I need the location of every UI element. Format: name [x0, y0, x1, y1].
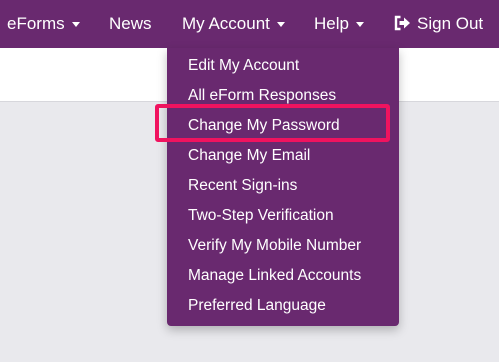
- nav-eforms-dropdown[interactable]: eForms: [7, 0, 80, 48]
- highlight-box: [155, 104, 390, 142]
- nav-my-account-dropdown[interactable]: My Account: [182, 0, 285, 48]
- nav-help-label: Help: [314, 14, 349, 33]
- menu-item-recent-sign-ins[interactable]: Recent Sign-ins: [167, 171, 399, 201]
- top-navbar: eForms News My Account Help Sign Out: [0, 0, 499, 48]
- menu-item-edit-my-account[interactable]: Edit My Account: [167, 51, 399, 81]
- nav-eforms-label: eForms: [7, 14, 65, 33]
- menu-item-two-step-verification[interactable]: Two-Step Verification: [167, 201, 399, 231]
- nav-sign-out-link[interactable]: Sign Out: [394, 0, 483, 48]
- caret-down-icon: [355, 22, 364, 28]
- caret-down-icon: [276, 22, 285, 28]
- sign-out-icon: [394, 15, 410, 31]
- menu-item-manage-linked-accounts[interactable]: Manage Linked Accounts: [167, 261, 399, 291]
- nav-news-label: News: [109, 14, 152, 33]
- menu-item-change-my-email[interactable]: Change My Email: [167, 141, 399, 171]
- menu-item-verify-my-mobile-number[interactable]: Verify My Mobile Number: [167, 231, 399, 261]
- nav-sign-out-label: Sign Out: [417, 14, 484, 33]
- nav-my-account-label: My Account: [182, 14, 270, 33]
- caret-down-icon: [71, 22, 80, 28]
- menu-item-preferred-language[interactable]: Preferred Language: [167, 291, 399, 321]
- nav-news-link[interactable]: News: [109, 0, 152, 48]
- nav-help-dropdown[interactable]: Help: [314, 0, 364, 48]
- my-account-dropdown-menu: Edit My Account All eForm Responses Chan…: [167, 48, 399, 326]
